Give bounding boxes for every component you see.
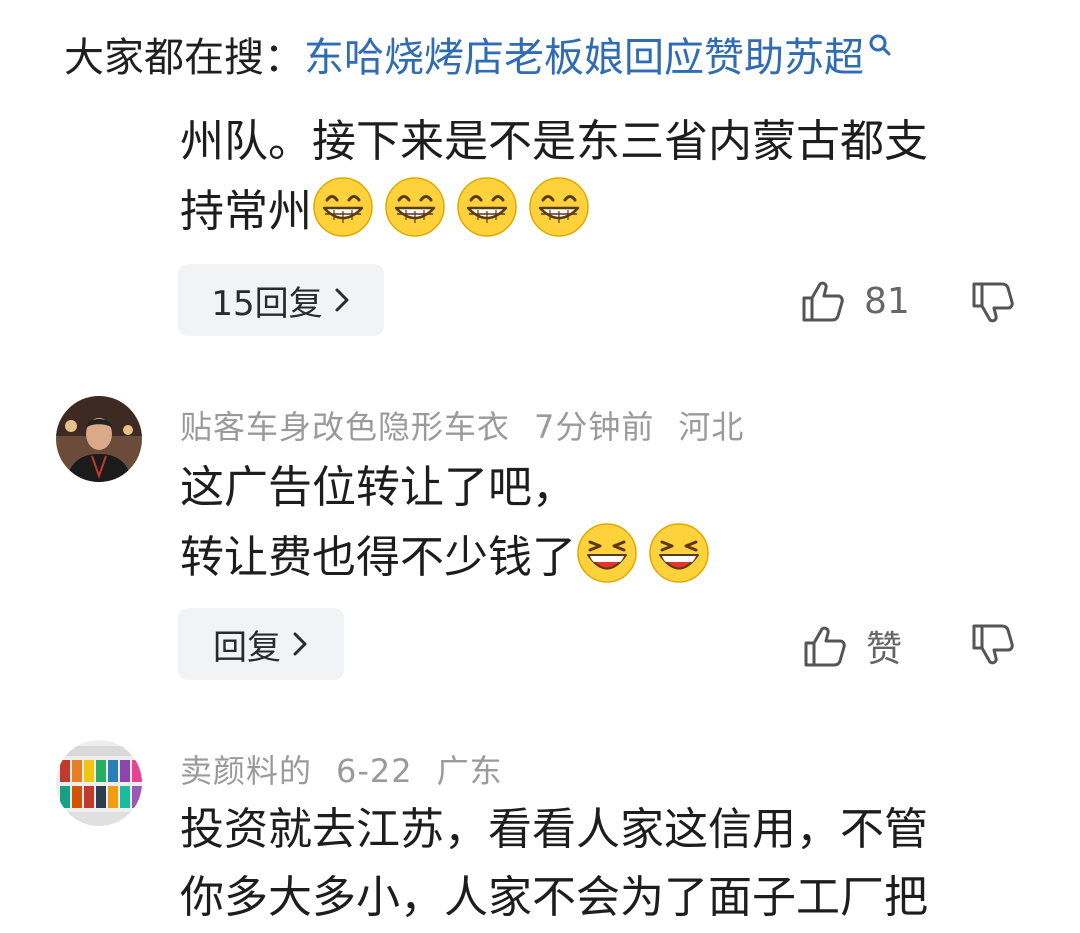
search-suggestion[interactable]: 大家都在搜：东哈烧烤店老板娘回应赞助苏超 xyxy=(64,30,894,86)
post-time: 6-22 xyxy=(336,752,413,790)
laugh-emoji xyxy=(577,523,637,583)
comment-line: 你多大多小，人家不会为了面子工厂把 xyxy=(180,872,928,923)
comment-line: 投资就去江苏，看看人家这信用，不管 xyxy=(180,804,928,855)
reply-button[interactable]: 回复 xyxy=(178,608,344,680)
search-icon[interactable] xyxy=(866,32,894,60)
comment-text: 这广告位转让了吧， 转让费也得不少钱了 xyxy=(180,454,720,592)
like-label: 赞 xyxy=(866,629,903,670)
avatar[interactable] xyxy=(56,396,142,482)
comment-line: 这广告位转让了吧， xyxy=(180,462,576,513)
like-button[interactable]: 81 xyxy=(800,278,910,324)
like-count: 81 xyxy=(864,280,910,322)
grin-emoji xyxy=(313,177,373,237)
comment-meta: 卖颜料的 6-22 广东 xyxy=(180,746,503,792)
comment-meta: 贴客车身改色隐形车衣 7分钟前 河北 xyxy=(180,402,744,448)
author-name[interactable]: 卖颜料的 xyxy=(180,752,312,790)
avatar-photo xyxy=(56,740,142,826)
reply-button-label: 15回复 xyxy=(211,283,323,324)
grin-emoji xyxy=(529,177,589,237)
search-prefix-label: 大家都在搜： xyxy=(64,35,304,81)
comment-text: 州队。接下来是不是东三省内蒙古都支 持常州 xyxy=(180,108,928,246)
reply-button[interactable]: 15回复 xyxy=(178,264,384,336)
chevron-right-icon xyxy=(293,632,307,656)
reply-button-label: 回复 xyxy=(213,627,281,668)
avatar-photo xyxy=(56,396,142,482)
thumbs-down-icon[interactable] xyxy=(970,280,1016,326)
thumbs-up-icon xyxy=(802,281,844,322)
avatar[interactable] xyxy=(56,740,142,826)
location: 广东 xyxy=(436,752,503,790)
thumbs-up-icon xyxy=(804,626,846,667)
comment-text: 投资就去江苏，看看人家这信用，不管 你多大多小，人家不会为了面子工厂把 xyxy=(180,796,928,932)
emoji-row xyxy=(576,523,720,583)
comment-line: 转让费也得不少钱了 xyxy=(180,522,720,592)
thumbs-down-icon[interactable] xyxy=(970,622,1016,668)
location: 河北 xyxy=(678,408,745,446)
comment-line-text: 转让费也得不少钱了 xyxy=(180,532,576,583)
author-name[interactable]: 贴客车身改色隐形车衣 xyxy=(180,408,510,446)
comment-line: 州队。接下来是不是东三省内蒙古都支 xyxy=(180,116,928,167)
post-time: 7分钟前 xyxy=(534,408,655,446)
like-button[interactable]: 赞 xyxy=(802,620,902,672)
search-query-link[interactable]: 东哈烧烤店老板娘回应赞助苏超 xyxy=(304,35,864,81)
grin-emoji xyxy=(385,177,445,237)
chevron-right-icon xyxy=(335,288,349,312)
comment-line-text: 持常州 xyxy=(180,186,312,237)
comment-line: 持常州 xyxy=(180,176,928,246)
emoji-row xyxy=(312,177,600,237)
laugh-emoji xyxy=(649,523,709,583)
grin-emoji xyxy=(457,177,517,237)
